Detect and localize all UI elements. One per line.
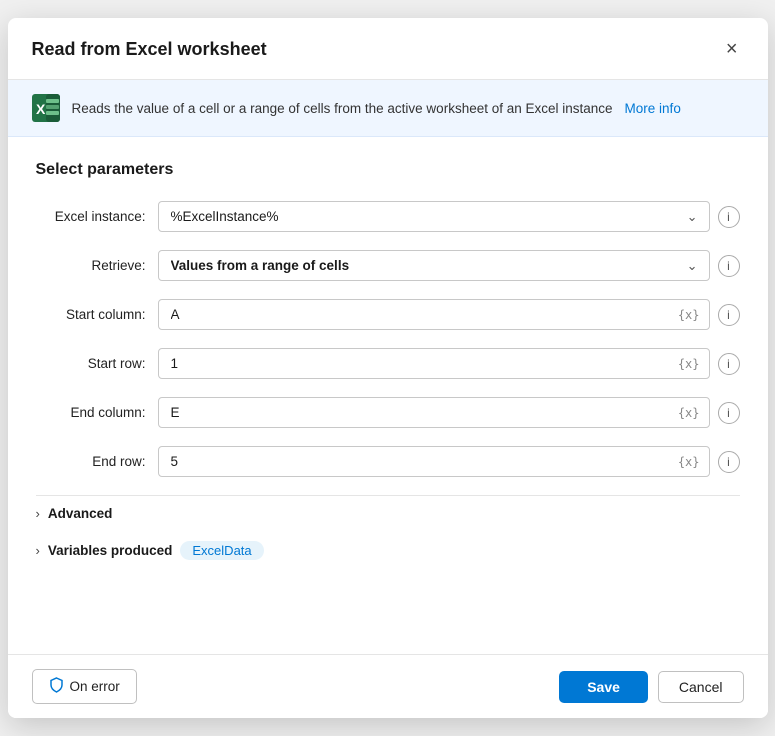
footer-right: Save Cancel (559, 671, 743, 703)
excel-instance-row: Excel instance: %ExcelInstance% ⌄ i (36, 201, 740, 232)
cancel-button[interactable]: Cancel (658, 671, 744, 703)
variables-section: › Variables produced ExcelData (36, 531, 740, 570)
end-column-control: {x} i (158, 397, 740, 428)
info-icon-start-row: i (727, 357, 730, 371)
excel-instance-select[interactable]: %ExcelInstance% (158, 201, 710, 232)
start-column-input[interactable] (158, 299, 710, 330)
save-button[interactable]: Save (559, 671, 648, 703)
start-column-info-button[interactable]: i (718, 304, 740, 326)
excel-instance-control: %ExcelInstance% ⌄ i (158, 201, 740, 232)
end-row-row: End row: {x} i (36, 446, 740, 477)
excel-instance-label: Excel instance: (36, 209, 146, 224)
excel-instance-select-wrapper: %ExcelInstance% ⌄ (158, 201, 710, 232)
start-row-row: Start row: {x} i (36, 348, 740, 379)
start-column-input-wrap: {x} (158, 299, 710, 330)
end-column-input-wrap: {x} (158, 397, 710, 428)
retrieve-control: Value from a single cell Values from a r… (158, 250, 740, 281)
info-icon: i (727, 210, 730, 224)
start-column-control: {x} i (158, 299, 740, 330)
more-info-link[interactable]: More info (625, 101, 681, 116)
svg-text:X: X (36, 101, 46, 117)
start-row-label: Start row: (36, 356, 146, 371)
dialog-header: Read from Excel worksheet × (8, 18, 768, 80)
end-column-label: End column: (36, 405, 146, 420)
retrieve-select[interactable]: Value from a single cell Values from a r… (158, 250, 710, 281)
variables-label: Variables produced (48, 543, 173, 558)
end-row-input-wrap: {x} (158, 446, 710, 477)
info-icon-end-row: i (727, 455, 730, 469)
end-row-info-button[interactable]: i (718, 451, 740, 473)
read-excel-dialog: Read from Excel worksheet × X Reads the … (8, 18, 768, 718)
retrieve-row: Retrieve: Value from a single cell Value… (36, 250, 740, 281)
section-title: Select parameters (36, 161, 740, 179)
on-error-label: On error (70, 679, 120, 694)
dialog-title: Read from Excel worksheet (32, 39, 267, 60)
excel-icon: X (32, 94, 60, 122)
chevron-right-icon: › (36, 506, 40, 521)
footer-left: On error (32, 669, 137, 704)
chevron-right-icon-vars: › (36, 543, 40, 558)
banner-description: Reads the value of a cell or a range of … (72, 101, 613, 116)
end-column-input[interactable] (158, 397, 710, 428)
info-icon-end-col: i (727, 406, 730, 420)
shield-icon (49, 677, 64, 696)
retrieve-info-button[interactable]: i (718, 255, 740, 277)
excel-instance-info-button[interactable]: i (718, 206, 740, 228)
end-row-input[interactable] (158, 446, 710, 477)
start-column-label: Start column: (36, 307, 146, 322)
end-column-info-button[interactable]: i (718, 402, 740, 424)
dialog-footer: On error Save Cancel (8, 654, 768, 718)
start-row-info-button[interactable]: i (718, 353, 740, 375)
variables-badge: ExcelData (180, 541, 263, 560)
info-icon-start-col: i (727, 308, 730, 322)
retrieve-select-wrapper: Value from a single cell Values from a r… (158, 250, 710, 281)
start-row-input[interactable] (158, 348, 710, 379)
info-banner: X Reads the value of a cell or a range o… (8, 80, 768, 137)
on-error-button[interactable]: On error (32, 669, 137, 704)
close-icon: × (726, 38, 738, 61)
start-row-control: {x} i (158, 348, 740, 379)
end-column-row: End column: {x} i (36, 397, 740, 428)
end-row-label: End row: (36, 454, 146, 469)
advanced-section[interactable]: › Advanced (36, 495, 740, 531)
start-column-row: Start column: {x} i (36, 299, 740, 330)
retrieve-label: Retrieve: (36, 258, 146, 273)
end-row-control: {x} i (158, 446, 740, 477)
info-icon-retrieve: i (727, 259, 730, 273)
close-button[interactable]: × (720, 36, 744, 63)
start-row-input-wrap: {x} (158, 348, 710, 379)
dialog-body: Select parameters Excel instance: %Excel… (8, 137, 768, 654)
advanced-label: Advanced (48, 506, 113, 521)
